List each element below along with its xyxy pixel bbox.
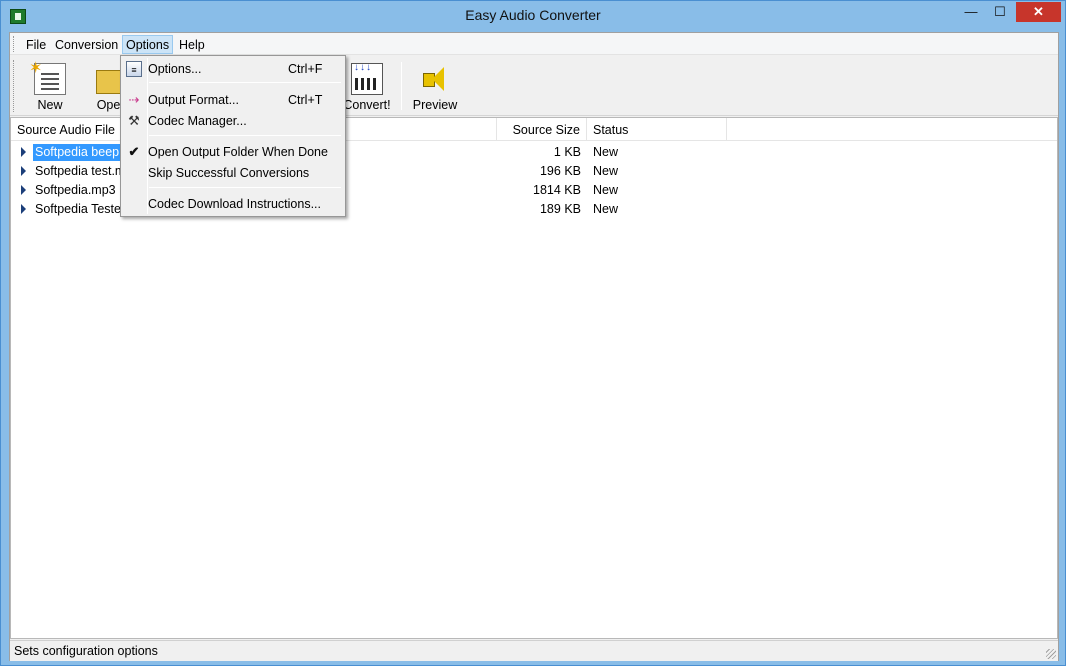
file-size: 196 KB [539,164,581,178]
menu-item-open-output-folder[interactable]: ✔ Open Output Folder When Done [123,142,343,162]
expand-arrow-icon[interactable] [21,166,26,176]
toolbar-grip[interactable] [13,60,16,112]
menu-help[interactable]: Help [175,35,209,54]
new-button[interactable]: ✶ New [18,58,82,114]
status-bar: Sets configuration options [10,640,1058,661]
convert-icon: ↓↓↓ [351,62,383,95]
status-text: Sets configuration options [14,644,158,658]
file-size: 189 KB [539,202,581,216]
options-dropdown-menu: ≡ Options... Ctrl+F ⇢ Output Format... C… [120,55,346,217]
toolbar-separator [401,62,402,110]
menu-bar: File Conversion Options Help [10,33,1058,55]
menu-item-label: Open Output Folder When Done [148,145,328,159]
menu-item-label: Skip Successful Conversions [148,166,310,180]
new-button-label: New [37,98,63,112]
menu-item-codec-download[interactable]: Codec Download Instructions... [123,194,343,214]
menu-item-label: Output Format... [148,93,240,107]
speaker-icon [419,63,451,95]
preview-button[interactable]: Preview [403,58,467,114]
menu-item-label: Codec Download Instructions... [148,197,322,211]
menu-item-shortcut: Ctrl+T [288,93,323,107]
menu-conversion[interactable]: Conversion [51,35,122,54]
menu-file[interactable]: File [22,35,50,54]
file-size: 1814 KB [533,183,581,197]
menu-item-codec-manager[interactable]: ⚒ Codec Manager... [123,111,343,131]
menu-item-options[interactable]: ≡ Options... Ctrl+F [123,59,343,79]
file-name: Softpedia Tested [35,202,128,216]
menu-item-label: Options... [148,62,202,76]
window-title: Easy Audio Converter [465,7,601,23]
file-name: Softpedia.mp3 [35,183,116,197]
preview-button-label: Preview [412,98,458,112]
menu-grip[interactable] [13,36,16,52]
app-window: Easy Audio Converter — ☐ ✕ File Conversi… [0,0,1066,666]
expand-arrow-icon[interactable] [21,147,26,157]
menu-separator [149,187,341,188]
expand-arrow-icon[interactable] [21,185,26,195]
title-bar[interactable]: Easy Audio Converter — ☐ ✕ [1,1,1065,31]
file-status: New [593,183,619,197]
menu-item-label: Codec Manager... [148,114,247,128]
maximize-button[interactable]: ☐ [987,2,1013,22]
menu-gutter [147,58,148,214]
file-name: Softpedia test.m [35,164,126,178]
column-header-status[interactable]: Status [587,118,727,141]
expand-arrow-icon[interactable] [21,204,26,214]
file-status: New [593,145,619,159]
menu-separator [149,82,341,83]
options-icon: ≡ [126,61,142,77]
minimize-button[interactable]: — [958,2,984,22]
check-icon: ✔ [128,144,140,159]
resize-grip[interactable] [1046,649,1056,659]
menu-options[interactable]: Options [122,35,174,54]
file-status: New [593,164,619,178]
menu-separator [149,135,341,136]
output-format-icon: ⇢ [128,92,140,107]
menu-item-shortcut: Ctrl+F [288,62,323,76]
menu-item-skip-successful[interactable]: Skip Successful Conversions [123,163,343,183]
file-size: 1 KB [553,145,581,159]
new-document-icon: ✶ [29,60,66,95]
codec-manager-icon: ⚒ [128,113,140,128]
column-header-source-size[interactable]: Source Size [497,118,587,141]
menu-item-output-format[interactable]: ⇢ Output Format... Ctrl+T [123,90,343,110]
close-button[interactable]: ✕ [1016,2,1061,22]
file-status: New [593,202,619,216]
